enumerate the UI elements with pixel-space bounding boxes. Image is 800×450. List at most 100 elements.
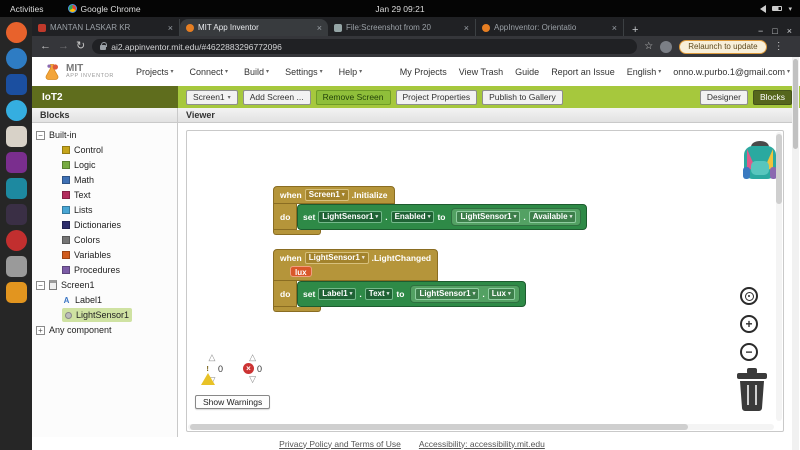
component-dropdown[interactable]: LightSensor1▾ <box>305 252 369 264</box>
menu-projects[interactable]: Projects▾ <box>136 67 174 77</box>
palette-item-control[interactable]: Control <box>62 143 173 157</box>
dock-icon[interactable] <box>6 152 27 173</box>
remove-screen-button[interactable]: Remove Screen <box>316 90 391 105</box>
browser-tab-active[interactable]: MIT App Inventor × <box>180 19 328 36</box>
system-tray[interactable]: ▾ <box>760 5 800 13</box>
palette-item-logic[interactable]: Logic <box>62 158 173 172</box>
tree-node-screen1[interactable]: − Screen1 <box>36 278 173 292</box>
warnings-indicator[interactable]: △ ! 0 ▽ <box>201 353 223 385</box>
block-set-label-text[interactable]: set Label1▾ . Text▾ to LightSensor1▾ . L… <box>297 281 526 307</box>
zoom-in-button[interactable]: + <box>740 315 758 333</box>
language-selector[interactable]: English▾ <box>627 67 662 77</box>
dock-icon[interactable] <box>6 100 27 121</box>
palette-item-math[interactable]: Math <box>62 173 173 187</box>
tab-close-icon[interactable]: × <box>317 23 322 33</box>
property-dropdown[interactable]: Text▾ <box>365 288 394 300</box>
zoom-out-button[interactable]: − <box>740 343 758 361</box>
component-item-label1[interactable]: A Label1 <box>62 293 173 307</box>
show-warnings-button[interactable]: Show Warnings <box>195 395 270 409</box>
browser-menu-icon[interactable]: ⋮ <box>774 41 784 52</box>
vertical-scrollbar[interactable] <box>776 132 782 421</box>
property-dropdown[interactable]: Lux▾ <box>488 288 515 300</box>
tab-close-icon[interactable]: × <box>612 23 617 33</box>
tab-close-icon[interactable]: × <box>168 23 173 33</box>
browser-tab[interactable]: File:Screenshot from 20 × <box>328 19 476 36</box>
page-scrollbar[interactable] <box>792 57 799 450</box>
tree-node-built-in[interactable]: − Built-in <box>36 128 173 142</box>
blocks-workspace[interactable]: when Screen1▾ .Initialize do set LightSe… <box>186 130 784 432</box>
close-icon[interactable]: × <box>787 26 792 36</box>
trash-can[interactable] <box>732 365 772 415</box>
block-when-screen1-initialize[interactable]: when Screen1▾ .Initialize do set LightSe… <box>273 186 587 235</box>
address-bar[interactable]: ai2.appinventor.mit.edu/#462288329677209… <box>92 39 637 54</box>
project-properties-button[interactable]: Project Properties <box>396 90 478 105</box>
palette-item-text[interactable]: Text <box>62 188 173 202</box>
component-dropdown[interactable]: LightSensor1▾ <box>456 211 520 223</box>
account-menu[interactable]: onno.w.purbo.1@gmail.com▾ <box>673 67 790 77</box>
reload-icon[interactable]: ↻ <box>76 41 85 52</box>
menu-settings[interactable]: Settings▾ <box>285 67 323 77</box>
mit-app-inventor-logo[interactable]: MIT APP INVENTOR <box>42 62 114 82</box>
relaunch-to-update-button[interactable]: Relaunch to update <box>679 40 766 54</box>
view-trash-link[interactable]: View Trash <box>459 67 503 77</box>
expand-icon[interactable]: + <box>36 326 45 335</box>
blocks-button[interactable]: Blocks <box>753 90 792 105</box>
property-dropdown[interactable]: Available▾ <box>529 211 577 223</box>
component-dropdown[interactable]: LightSensor1▾ <box>415 288 479 300</box>
component-dropdown[interactable]: LightSensor1▾ <box>318 211 382 223</box>
dock-icon[interactable] <box>6 48 27 69</box>
tab-close-icon[interactable]: × <box>464 23 469 33</box>
maximize-icon[interactable]: □ <box>772 26 777 36</box>
dock-icon[interactable] <box>6 230 27 251</box>
browser-tab[interactable]: AppInventor: Orientatio × <box>476 19 624 36</box>
palette-item-dictionaries[interactable]: Dictionaries <box>62 218 173 232</box>
accessibility-link[interactable]: Accessibility: accessibility.mit.edu <box>419 439 545 449</box>
dock-icon[interactable] <box>6 282 27 303</box>
component-item-lightsensor1-selected[interactable]: LightSensor1 <box>62 308 132 322</box>
palette-item-variables[interactable]: Variables <box>62 248 173 262</box>
block-get-lightsensor-lux[interactable]: LightSensor1▾ . Lux▾ <box>410 285 519 303</box>
menu-connect[interactable]: Connect▾ <box>189 67 228 77</box>
component-dropdown[interactable]: Label1▾ <box>318 288 356 300</box>
palette-item-lists[interactable]: Lists <box>62 203 173 217</box>
bookmark-star-icon[interactable]: ☆ <box>644 41 653 52</box>
minimize-icon[interactable]: − <box>758 26 763 36</box>
center-blocks-button[interactable] <box>740 287 758 305</box>
block-get-lightsensor-available[interactable]: LightSensor1▾ . Available▾ <box>451 208 581 226</box>
designer-button[interactable]: Designer <box>700 90 748 105</box>
active-app-label[interactable]: Google Chrome <box>81 4 141 14</box>
dock-icon[interactable] <box>6 22 27 43</box>
palette-item-procedures[interactable]: Procedures <box>62 263 173 277</box>
horizontal-scrollbar[interactable] <box>188 424 774 430</box>
triangle-up-icon[interactable]: △ <box>249 353 256 362</box>
dock-icon[interactable] <box>6 126 27 147</box>
block-set-lightsensor-enabled[interactable]: set LightSensor1▾ . Enabled▾ to LightSen… <box>297 204 587 230</box>
browser-tab[interactable]: MANTAN LASKAR KR × <box>32 19 180 36</box>
dock-icon[interactable] <box>6 204 27 225</box>
guide-link[interactable]: Guide <box>515 67 539 77</box>
new-tab-button[interactable]: + <box>624 24 646 36</box>
collapse-icon[interactable]: − <box>36 281 45 290</box>
tree-node-any-component[interactable]: + Any component <box>36 323 173 337</box>
dock-icon[interactable] <box>6 74 27 95</box>
add-screen-button[interactable]: Add Screen ... <box>243 90 311 105</box>
profile-avatar[interactable] <box>660 41 672 53</box>
event-parameter-lux[interactable]: lux <box>290 266 312 277</box>
collapse-icon[interactable]: − <box>36 131 45 140</box>
back-icon[interactable]: ← <box>40 41 51 52</box>
palette-item-colors[interactable]: Colors <box>62 233 173 247</box>
errors-indicator[interactable]: △ × 0 ▽ <box>243 353 262 385</box>
menu-build[interactable]: Build▾ <box>244 67 269 77</box>
backpack-icon[interactable] <box>739 137 781 185</box>
property-dropdown[interactable]: Enabled▾ <box>391 211 435 223</box>
triangle-down-icon[interactable]: ▽ <box>249 375 256 384</box>
my-projects-link[interactable]: My Projects <box>400 67 447 77</box>
screen-selector-button[interactable]: Screen1▾ <box>186 90 238 105</box>
publish-to-gallery-button[interactable]: Publish to Gallery <box>482 90 563 105</box>
dock-icon[interactable] <box>6 256 27 277</box>
activities-button[interactable]: Activities <box>0 4 54 14</box>
dock-icon[interactable] <box>6 178 27 199</box>
report-an-issue-link[interactable]: Report an Issue <box>551 67 615 77</box>
block-when-lightsensor-lightchanged[interactable]: when LightSensor1▾ .LightChanged lux do … <box>273 249 526 312</box>
forward-icon[interactable]: → <box>58 41 69 52</box>
